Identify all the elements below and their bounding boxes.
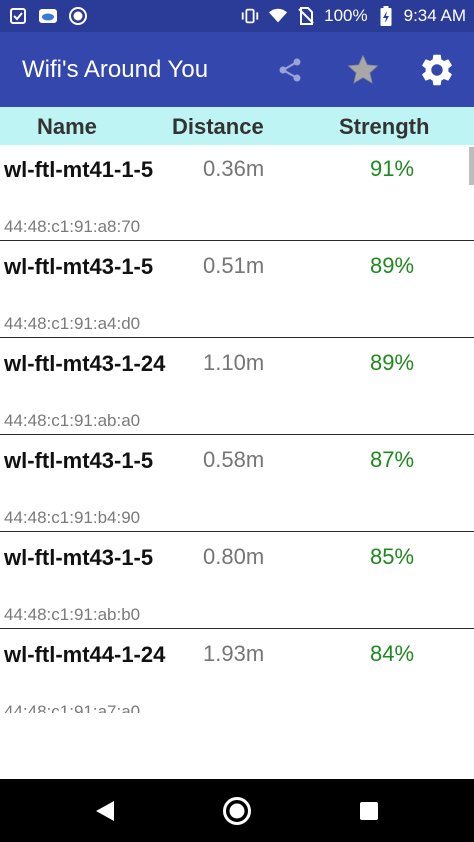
network-name: wl-ftl-mt41-1-5 <box>4 157 154 182</box>
vibrate-icon <box>240 6 260 26</box>
back-button[interactable] <box>85 791 125 831</box>
strength-value: 89% <box>370 350 415 375</box>
wifi-icon <box>268 6 288 26</box>
strength-value: 84% <box>370 641 415 666</box>
cloud-app-icon <box>38 6 58 26</box>
settings-gear-icon <box>422 54 452 86</box>
back-icon <box>96 801 114 821</box>
app-title: Wifi's Around You <box>22 55 209 83</box>
recents-button[interactable] <box>349 791 389 831</box>
wifi-row[interactable]: wl-ftl-mt43-1-24 44:48:c1:91:ab:a0 1.10m… <box>0 339 474 435</box>
strength-value: 85% <box>370 544 415 569</box>
record-icon <box>68 6 88 26</box>
network-name: wl-ftl-mt43-1-24 <box>4 351 166 376</box>
network-name: wl-ftl-mt43-1-5 <box>4 254 154 279</box>
home-button[interactable] <box>217 791 257 831</box>
star-icon <box>347 54 379 84</box>
column-header: Name Distance Strength <box>0 107 474 145</box>
battery-percent: 100% <box>324 6 368 25</box>
clock: 9:34 AM <box>403 6 466 25</box>
network-name: wl-ftl-mt43-1-5 <box>4 545 154 570</box>
wifi-row[interactable]: wl-ftl-mt41-1-5 44:48:c1:91:a8:70 0.36m … <box>0 145 474 241</box>
wifi-row[interactable]: wl-ftl-mt43-1-5 44:48:c1:91:b4:90 0.58m … <box>0 436 474 532</box>
strength-column-header[interactable]: Strength <box>339 114 429 140</box>
mac-address: 44:48:c1:91:a4:d0 <box>4 314 141 333</box>
mac-address: 44:48:c1:91:ab:b0 <box>4 605 141 624</box>
strength-value: 89% <box>370 253 415 278</box>
checklist-icon <box>8 6 28 26</box>
no-sim-icon <box>296 6 316 26</box>
distance-value: 0.80m <box>203 544 265 569</box>
distance-value: 0.51m <box>203 253 265 278</box>
network-name: wl-ftl-mt44-1-24 <box>4 642 166 667</box>
distance-value: 1.10m <box>203 350 265 375</box>
app-bar: Wifi's Around You <box>0 32 474 107</box>
scrollbar-thumb[interactable] <box>469 147 474 185</box>
wifi-row[interactable]: wl-ftl-mt43-1-5 44:48:c1:91:a4:d0 0.51m … <box>0 242 474 338</box>
mac-address: 44:48:c1:91:a7:a0 <box>4 702 141 713</box>
strength-value: 87% <box>370 447 415 472</box>
wifi-row[interactable]: wl-ftl-mt44-1-24 44:48:c1:91:a7:a0 1.93m… <box>0 630 474 713</box>
strength-value: 91% <box>370 156 415 181</box>
distance-value: 1.93m <box>203 641 265 666</box>
battery-charging-icon <box>376 6 396 26</box>
home-icon <box>223 797 251 825</box>
mac-address: 44:48:c1:91:a8:70 <box>4 217 141 236</box>
wifi-list[interactable]: wl-ftl-mt41-1-5 44:48:c1:91:a8:70 0.36m … <box>0 145 474 713</box>
distance-value: 0.58m <box>203 447 265 472</box>
distance-value: 0.36m <box>203 156 265 181</box>
share-button[interactable] <box>268 48 312 92</box>
recents-icon <box>360 802 378 820</box>
share-icon <box>279 58 301 82</box>
navigation-bar <box>0 779 474 842</box>
status-bar: 100% 9:34 AM <box>0 0 474 32</box>
mac-address: 44:48:c1:91:ab:a0 <box>4 411 141 430</box>
network-name: wl-ftl-mt43-1-5 <box>4 448 154 473</box>
mac-address: 44:48:c1:91:b4:90 <box>4 508 141 527</box>
distance-column-header[interactable]: Distance <box>172 114 264 140</box>
favorite-button[interactable] <box>341 48 385 92</box>
settings-button[interactable] <box>415 48 459 92</box>
name-column-header[interactable]: Name <box>37 114 97 140</box>
wifi-row[interactable]: wl-ftl-mt43-1-5 44:48:c1:91:ab:b0 0.80m … <box>0 533 474 629</box>
